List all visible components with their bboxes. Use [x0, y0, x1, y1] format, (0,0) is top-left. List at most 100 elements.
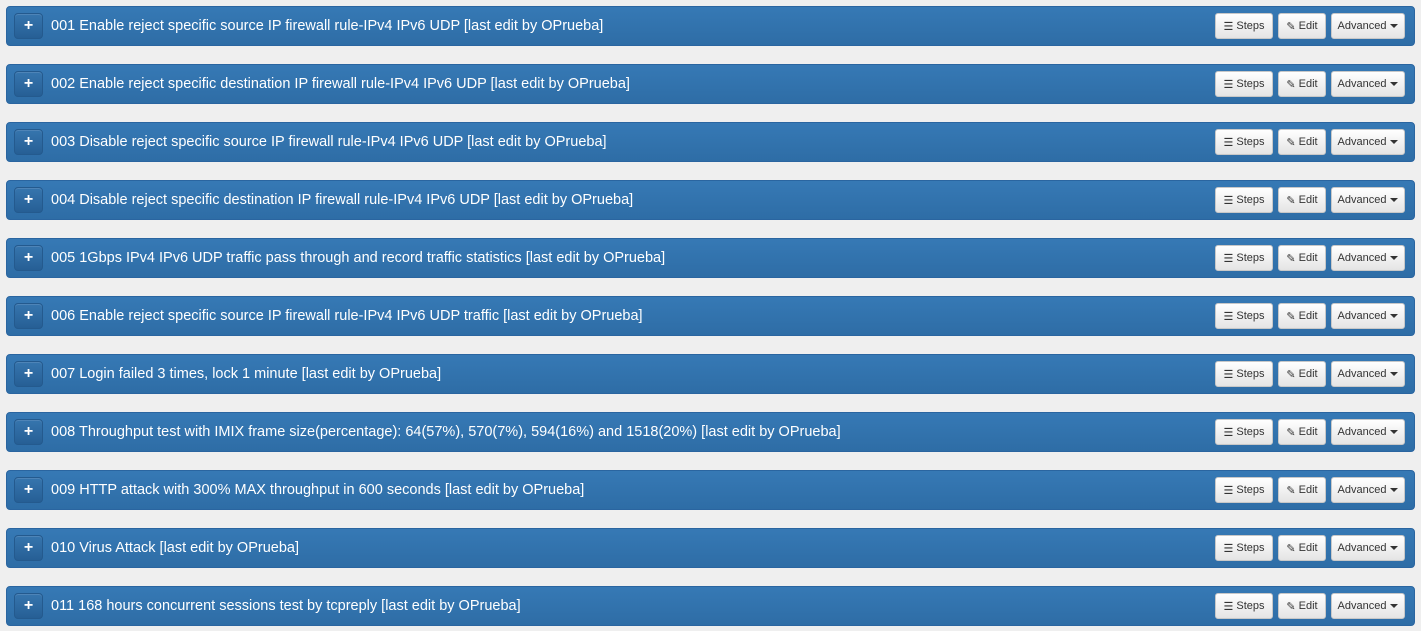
advanced-label: Advanced — [1337, 542, 1387, 554]
edit-button[interactable]: ✎ Edit — [1278, 13, 1326, 39]
steps-button[interactable]: ☰ Steps — [1215, 187, 1273, 213]
test-case-row: + 003 Disable reject specific source IP … — [6, 122, 1415, 162]
caret-down-icon — [1390, 488, 1399, 492]
list-icon: ☰ — [1223, 78, 1234, 91]
steps-button[interactable]: ☰ Steps — [1215, 593, 1273, 619]
plus-icon: + — [23, 17, 34, 34]
steps-button[interactable]: ☰ Steps — [1215, 419, 1273, 445]
plus-icon: + — [23, 423, 34, 440]
edit-label: Edit — [1298, 78, 1318, 90]
advanced-dropdown-button[interactable]: Advanced — [1331, 245, 1405, 271]
advanced-dropdown-button[interactable]: Advanced — [1331, 361, 1405, 387]
test-case-list: + 001 Enable reject specific source IP f… — [0, 0, 1421, 626]
edit-button[interactable]: ✎ Edit — [1278, 593, 1326, 619]
advanced-dropdown-button[interactable]: Advanced — [1331, 13, 1405, 39]
advanced-dropdown-button[interactable]: Advanced — [1331, 129, 1405, 155]
plus-icon: + — [23, 133, 34, 150]
edit-label: Edit — [1298, 194, 1318, 206]
caret-down-icon — [1390, 24, 1399, 28]
caret-down-icon — [1390, 198, 1399, 202]
pencil-icon: ✎ — [1286, 252, 1296, 265]
advanced-label: Advanced — [1337, 310, 1387, 322]
list-icon: ☰ — [1223, 20, 1234, 33]
expand-button[interactable]: + — [14, 361, 43, 387]
steps-button[interactable]: ☰ Steps — [1215, 303, 1273, 329]
plus-icon: + — [23, 191, 34, 208]
pencil-icon: ✎ — [1286, 78, 1296, 91]
caret-down-icon — [1390, 82, 1399, 86]
expand-button[interactable]: + — [14, 187, 43, 213]
edit-button[interactable]: ✎ Edit — [1278, 361, 1326, 387]
steps-label: Steps — [1236, 252, 1265, 264]
steps-button[interactable]: ☰ Steps — [1215, 71, 1273, 97]
plus-icon: + — [23, 307, 34, 324]
steps-button[interactable]: ☰ Steps — [1215, 13, 1273, 39]
list-icon: ☰ — [1223, 310, 1234, 323]
advanced-label: Advanced — [1337, 252, 1387, 264]
expand-button[interactable]: + — [14, 477, 43, 503]
test-case-title: 006 Enable reject specific source IP fir… — [51, 308, 643, 324]
steps-button[interactable]: ☰ Steps — [1215, 245, 1273, 271]
advanced-dropdown-button[interactable]: Advanced — [1331, 535, 1405, 561]
edit-button[interactable]: ✎ Edit — [1278, 303, 1326, 329]
test-case-row: + 011 168 hours concurrent sessions test… — [6, 586, 1415, 626]
caret-down-icon — [1390, 314, 1399, 318]
advanced-label: Advanced — [1337, 194, 1387, 206]
steps-button[interactable]: ☰ Steps — [1215, 477, 1273, 503]
advanced-dropdown-button[interactable]: Advanced — [1331, 187, 1405, 213]
advanced-dropdown-button[interactable]: Advanced — [1331, 303, 1405, 329]
advanced-label: Advanced — [1337, 426, 1387, 438]
edit-label: Edit — [1298, 484, 1318, 496]
list-icon: ☰ — [1223, 368, 1234, 381]
expand-button[interactable]: + — [14, 593, 43, 619]
edit-button[interactable]: ✎ Edit — [1278, 71, 1326, 97]
plus-icon: + — [23, 539, 34, 556]
edit-label: Edit — [1298, 542, 1318, 554]
pencil-icon: ✎ — [1286, 542, 1296, 555]
expand-button[interactable]: + — [14, 245, 43, 271]
advanced-label: Advanced — [1337, 484, 1387, 496]
row-actions: ☰ Steps ✎ Edit Advanced — [1210, 71, 1405, 97]
caret-down-icon — [1390, 256, 1399, 260]
advanced-dropdown-button[interactable]: Advanced — [1331, 477, 1405, 503]
expand-button[interactable]: + — [14, 419, 43, 445]
list-icon: ☰ — [1223, 252, 1234, 265]
test-case-title: 001 Enable reject specific source IP fir… — [51, 18, 604, 34]
expand-button[interactable]: + — [14, 129, 43, 155]
edit-button[interactable]: ✎ Edit — [1278, 129, 1326, 155]
test-case-title: 003 Disable reject specific source IP fi… — [51, 134, 607, 150]
test-case-title: 005 1Gbps IPv4 IPv6 UDP traffic pass thr… — [51, 250, 666, 266]
steps-button[interactable]: ☰ Steps — [1215, 361, 1273, 387]
edit-button[interactable]: ✎ Edit — [1278, 419, 1326, 445]
edit-button[interactable]: ✎ Edit — [1278, 245, 1326, 271]
steps-label: Steps — [1236, 600, 1265, 612]
pencil-icon: ✎ — [1286, 20, 1296, 33]
steps-label: Steps — [1236, 194, 1265, 206]
pencil-icon: ✎ — [1286, 426, 1296, 439]
steps-label: Steps — [1236, 542, 1265, 554]
expand-button[interactable]: + — [14, 303, 43, 329]
row-actions: ☰ Steps ✎ Edit Advanced — [1210, 245, 1405, 271]
plus-icon: + — [23, 249, 34, 266]
test-case-title: 010 Virus Attack [last edit by OPrueba] — [51, 540, 299, 556]
list-icon: ☰ — [1223, 426, 1234, 439]
advanced-dropdown-button[interactable]: Advanced — [1331, 419, 1405, 445]
test-case-row: + 007 Login failed 3 times, lock 1 minut… — [6, 354, 1415, 394]
edit-button[interactable]: ✎ Edit — [1278, 477, 1326, 503]
test-case-row: + 001 Enable reject specific source IP f… — [6, 6, 1415, 46]
edit-button[interactable]: ✎ Edit — [1278, 535, 1326, 561]
expand-button[interactable]: + — [14, 13, 43, 39]
edit-button[interactable]: ✎ Edit — [1278, 187, 1326, 213]
expand-button[interactable]: + — [14, 71, 43, 97]
advanced-dropdown-button[interactable]: Advanced — [1331, 593, 1405, 619]
expand-button[interactable]: + — [14, 535, 43, 561]
steps-button[interactable]: ☰ Steps — [1215, 129, 1273, 155]
pencil-icon: ✎ — [1286, 484, 1296, 497]
plus-icon: + — [23, 365, 34, 382]
advanced-label: Advanced — [1337, 600, 1387, 612]
steps-button[interactable]: ☰ Steps — [1215, 535, 1273, 561]
test-case-row: + 009 HTTP attack with 300% MAX throughp… — [6, 470, 1415, 510]
test-case-row: + 005 1Gbps IPv4 IPv6 UDP traffic pass t… — [6, 238, 1415, 278]
advanced-dropdown-button[interactable]: Advanced — [1331, 71, 1405, 97]
pencil-icon: ✎ — [1286, 310, 1296, 323]
